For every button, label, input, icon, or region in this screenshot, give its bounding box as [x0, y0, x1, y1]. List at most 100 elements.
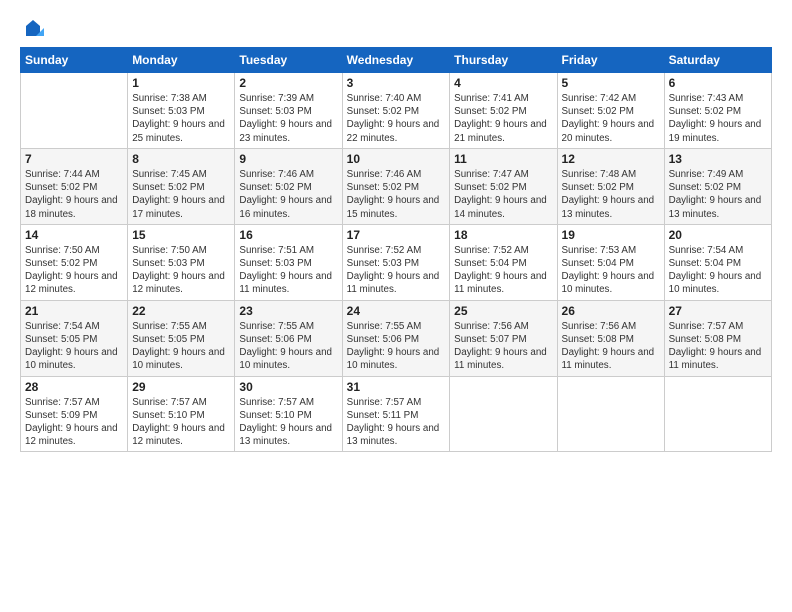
- calendar-cell: 7 Sunrise: 7:44 AMSunset: 5:02 PMDaylight…: [21, 148, 128, 224]
- day-info: Sunrise: 7:50 AMSunset: 5:03 PMDaylight:…: [132, 244, 230, 297]
- calendar-week-row: 28 Sunrise: 7:57 AMSunset: 5:09 PMDayligh…: [21, 376, 772, 452]
- calendar-cell: [664, 376, 771, 452]
- day-number: 12: [562, 152, 660, 166]
- calendar-cell: [557, 376, 664, 452]
- calendar-cell: 30 Sunrise: 7:57 AMSunset: 5:10 PMDayligh…: [235, 376, 342, 452]
- calendar-cell: 29Sunrise: 7:57 AMSunset: 5:10 PMDayligh…: [128, 376, 235, 452]
- calendar-table: SundayMondayTuesdayWednesdayThursdayFrid…: [20, 47, 772, 452]
- page: SundayMondayTuesdayWednesdayThursdayFrid…: [0, 0, 792, 612]
- day-number: 30: [239, 380, 337, 394]
- day-info: Sunrise: 7:54 AMSunset: 5:05 PMDaylight:…: [25, 320, 123, 373]
- day-info: Sunrise: 7:44 AMSunset: 5:02 PMDaylight:…: [25, 168, 123, 221]
- calendar-cell: [21, 73, 128, 149]
- day-info: Sunrise: 7:55 AMSunset: 5:06 PMDaylight:…: [347, 320, 446, 373]
- day-number: 28: [25, 380, 123, 394]
- day-number: 3: [347, 76, 446, 90]
- calendar-week-row: 14 Sunrise: 7:50 AMSunset: 5:02 PMDayligh…: [21, 224, 772, 300]
- day-info: Sunrise: 7:57 AMSunset: 5:09 PMDaylight:…: [25, 396, 123, 449]
- day-info: Sunrise: 7:57 AMSunset: 5:10 PMDaylight:…: [239, 396, 337, 449]
- day-of-week-header: Thursday: [450, 48, 557, 73]
- day-info: Sunrise: 7:47 AMSunset: 5:02 PMDaylight:…: [454, 168, 552, 221]
- day-info: Sunrise: 7:48 AMSunset: 5:02 PMDaylight:…: [562, 168, 660, 221]
- day-info: Sunrise: 7:46 AMSunset: 5:02 PMDaylight:…: [347, 168, 446, 221]
- day-number: 14: [25, 228, 123, 242]
- day-of-week-header: Sunday: [21, 48, 128, 73]
- day-of-week-header: Wednesday: [342, 48, 450, 73]
- calendar-cell: 25 Sunrise: 7:56 AMSunset: 5:07 PMDayligh…: [450, 300, 557, 376]
- day-info: Sunrise: 7:46 AMSunset: 5:02 PMDaylight:…: [239, 168, 337, 221]
- calendar-cell: 15 Sunrise: 7:50 AMSunset: 5:03 PMDayligh…: [128, 224, 235, 300]
- calendar-cell: 24 Sunrise: 7:55 AMSunset: 5:06 PMDayligh…: [342, 300, 450, 376]
- day-info: Sunrise: 7:39 AMSunset: 5:03 PMDaylight:…: [239, 92, 337, 145]
- calendar-week-row: 1 Sunrise: 7:38 AMSunset: 5:03 PMDaylight…: [21, 73, 772, 149]
- day-info: Sunrise: 7:43 AMSunset: 5:02 PMDaylight:…: [669, 92, 767, 145]
- day-info: Sunrise: 7:52 AMSunset: 5:03 PMDaylight:…: [347, 244, 446, 297]
- calendar-cell: 3Sunrise: 7:40 AMSunset: 5:02 PMDaylight…: [342, 73, 450, 149]
- day-number: 29: [132, 380, 230, 394]
- day-number: 5: [562, 76, 660, 90]
- day-of-week-header: Saturday: [664, 48, 771, 73]
- day-info: Sunrise: 7:55 AMSunset: 5:05 PMDaylight:…: [132, 320, 230, 373]
- logo-icon: [22, 18, 44, 40]
- calendar-week-row: 7 Sunrise: 7:44 AMSunset: 5:02 PMDaylight…: [21, 148, 772, 224]
- day-number: 22: [132, 304, 230, 318]
- day-info: Sunrise: 7:45 AMSunset: 5:02 PMDaylight:…: [132, 168, 230, 221]
- day-info: Sunrise: 7:55 AMSunset: 5:06 PMDaylight:…: [239, 320, 337, 373]
- day-number: 6: [669, 76, 767, 90]
- calendar-cell: 26Sunrise: 7:56 AMSunset: 5:08 PMDayligh…: [557, 300, 664, 376]
- day-info: Sunrise: 7:54 AMSunset: 5:04 PMDaylight:…: [669, 244, 767, 297]
- day-info: Sunrise: 7:52 AMSunset: 5:04 PMDaylight:…: [454, 244, 552, 297]
- day-info: Sunrise: 7:42 AMSunset: 5:02 PMDaylight:…: [562, 92, 660, 145]
- calendar-cell: 4 Sunrise: 7:41 AMSunset: 5:02 PMDaylight…: [450, 73, 557, 149]
- calendar-cell: 31 Sunrise: 7:57 AMSunset: 5:11 PMDayligh…: [342, 376, 450, 452]
- day-number: 4: [454, 76, 552, 90]
- day-number: 31: [347, 380, 446, 394]
- day-of-week-header: Monday: [128, 48, 235, 73]
- calendar-cell: [450, 376, 557, 452]
- calendar-cell: 23 Sunrise: 7:55 AMSunset: 5:06 PMDayligh…: [235, 300, 342, 376]
- calendar-cell: 18Sunrise: 7:52 AMSunset: 5:04 PMDayligh…: [450, 224, 557, 300]
- day-info: Sunrise: 7:56 AMSunset: 5:07 PMDaylight:…: [454, 320, 552, 373]
- day-number: 13: [669, 152, 767, 166]
- calendar-cell: 9 Sunrise: 7:46 AMSunset: 5:02 PMDaylight…: [235, 148, 342, 224]
- calendar-cell: 10 Sunrise: 7:46 AMSunset: 5:02 PMDayligh…: [342, 148, 450, 224]
- calendar-cell: 13 Sunrise: 7:49 AMSunset: 5:02 PMDayligh…: [664, 148, 771, 224]
- day-number: 25: [454, 304, 552, 318]
- day-number: 24: [347, 304, 446, 318]
- day-number: 16: [239, 228, 337, 242]
- calendar-cell: 6 Sunrise: 7:43 AMSunset: 5:02 PMDaylight…: [664, 73, 771, 149]
- calendar-cell: 28 Sunrise: 7:57 AMSunset: 5:09 PMDayligh…: [21, 376, 128, 452]
- day-number: 21: [25, 304, 123, 318]
- day-number: 8: [132, 152, 230, 166]
- calendar-cell: 5 Sunrise: 7:42 AMSunset: 5:02 PMDaylight…: [557, 73, 664, 149]
- calendar-header-row: SundayMondayTuesdayWednesdayThursdayFrid…: [21, 48, 772, 73]
- day-info: Sunrise: 7:49 AMSunset: 5:02 PMDaylight:…: [669, 168, 767, 221]
- day-info: Sunrise: 7:41 AMSunset: 5:02 PMDaylight:…: [454, 92, 552, 145]
- day-number: 7: [25, 152, 123, 166]
- day-number: 26: [562, 304, 660, 318]
- calendar-cell: 12 Sunrise: 7:48 AMSunset: 5:02 PMDayligh…: [557, 148, 664, 224]
- calendar-cell: 8 Sunrise: 7:45 AMSunset: 5:02 PMDaylight…: [128, 148, 235, 224]
- day-number: 10: [347, 152, 446, 166]
- day-number: 20: [669, 228, 767, 242]
- day-number: 2: [239, 76, 337, 90]
- calendar-cell: 2 Sunrise: 7:39 AMSunset: 5:03 PMDaylight…: [235, 73, 342, 149]
- calendar-cell: 27Sunrise: 7:57 AMSunset: 5:08 PMDayligh…: [664, 300, 771, 376]
- calendar-cell: 14 Sunrise: 7:50 AMSunset: 5:02 PMDayligh…: [21, 224, 128, 300]
- day-number: 17: [347, 228, 446, 242]
- calendar-week-row: 21 Sunrise: 7:54 AMSunset: 5:05 PMDayligh…: [21, 300, 772, 376]
- day-number: 19: [562, 228, 660, 242]
- day-of-week-header: Tuesday: [235, 48, 342, 73]
- logo: [20, 18, 44, 37]
- day-info: Sunrise: 7:57 AMSunset: 5:11 PMDaylight:…: [347, 396, 446, 449]
- calendar-cell: 20 Sunrise: 7:54 AMSunset: 5:04 PMDayligh…: [664, 224, 771, 300]
- day-number: 1: [132, 76, 230, 90]
- day-info: Sunrise: 7:50 AMSunset: 5:02 PMDaylight:…: [25, 244, 123, 297]
- day-number: 27: [669, 304, 767, 318]
- calendar-cell: 11Sunrise: 7:47 AMSunset: 5:02 PMDayligh…: [450, 148, 557, 224]
- day-number: 9: [239, 152, 337, 166]
- day-number: 15: [132, 228, 230, 242]
- day-number: 23: [239, 304, 337, 318]
- day-info: Sunrise: 7:38 AMSunset: 5:03 PMDaylight:…: [132, 92, 230, 145]
- calendar-cell: 21 Sunrise: 7:54 AMSunset: 5:05 PMDayligh…: [21, 300, 128, 376]
